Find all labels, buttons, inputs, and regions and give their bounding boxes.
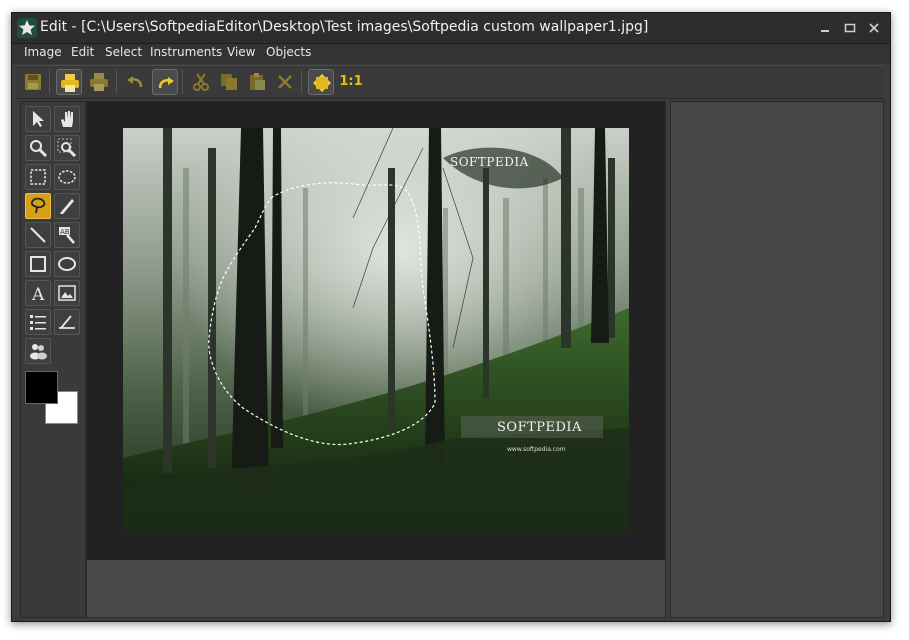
properties-panel — [670, 101, 884, 618]
line-tool[interactable] — [25, 222, 51, 248]
app-logo-icon — [17, 18, 37, 38]
menu-image[interactable]: Image — [24, 45, 62, 59]
editor-window: Edit - [C:\Users\SoftpediaEditor\Desktop… — [11, 12, 891, 622]
maximize-button[interactable] — [842, 20, 858, 36]
menu-objects[interactable]: Objects — [266, 45, 311, 59]
text-tool[interactable]: A — [25, 280, 51, 306]
main-toolbar: 1:1 — [16, 65, 884, 99]
copy-button[interactable] — [216, 69, 242, 95]
ellipse-tool[interactable] — [54, 251, 80, 277]
print-button[interactable] — [56, 69, 82, 95]
zoom-tool[interactable] — [25, 135, 51, 161]
tools-palette: AB A — [20, 101, 86, 618]
canvas-area[interactable]: SOFTPEDIA SOFTPEDIA www.softpedia.com — [87, 102, 665, 560]
text-stamp-tool[interactable]: AB — [54, 222, 80, 248]
menu-instruments[interactable]: Instruments — [150, 45, 222, 59]
ellipse-select-tool[interactable] — [54, 164, 80, 190]
menu-select[interactable]: Select — [105, 45, 142, 59]
watermark-url: www.softpedia.com — [507, 446, 566, 453]
minimize-button[interactable] — [817, 20, 833, 36]
hand-tool[interactable] — [54, 106, 80, 132]
image-insert-tool[interactable] — [54, 280, 80, 306]
foreground-color-swatch[interactable] — [25, 371, 58, 404]
watermark-bottom: SOFTPEDIA — [497, 420, 582, 435]
rectangle-tool[interactable] — [25, 251, 51, 277]
objects-group-tool[interactable] — [25, 338, 51, 364]
save-button[interactable] — [20, 69, 46, 95]
close-button[interactable] — [866, 20, 882, 36]
redo-button[interactable] — [152, 69, 178, 95]
menu-edit[interactable]: Edit — [71, 45, 94, 59]
pencil-tool[interactable] — [54, 193, 80, 219]
image-workspace: SOFTPEDIA SOFTPEDIA www.softpedia.com — [86, 101, 666, 618]
measure-tool[interactable] — [54, 309, 80, 335]
menu-view[interactable]: View — [227, 45, 255, 59]
pointer-tool[interactable] — [25, 106, 51, 132]
lasso-select-tool[interactable] — [25, 193, 51, 219]
zoom-area-tool[interactable] — [54, 135, 80, 161]
title-bar[interactable]: Edit - [C:\Users\SoftpediaEditor\Desktop… — [12, 13, 890, 44]
cut-button[interactable] — [188, 69, 214, 95]
forest-wallpaper-image[interactable]: SOFTPEDIA SOFTPEDIA www.softpedia.com — [123, 128, 629, 533]
window-title: Edit - [C:\Users\SoftpediaEditor\Desktop… — [40, 19, 649, 35]
undo-button[interactable] — [122, 69, 148, 95]
watermark-top: SOFTPEDIA — [450, 155, 529, 169]
svg-text:A: A — [31, 285, 45, 303]
fit-to-window-button[interactable] — [308, 69, 334, 95]
paste-button[interactable] — [244, 69, 270, 95]
actual-size-button[interactable]: 1:1 — [337, 69, 365, 95]
rectangle-select-tool[interactable] — [25, 164, 51, 190]
menu-bar: Image Edit Select Instruments View Objec… — [12, 44, 890, 64]
print-preview-button[interactable] — [86, 69, 112, 95]
delete-button[interactable] — [272, 69, 298, 95]
numbered-list-tool[interactable] — [25, 309, 51, 335]
